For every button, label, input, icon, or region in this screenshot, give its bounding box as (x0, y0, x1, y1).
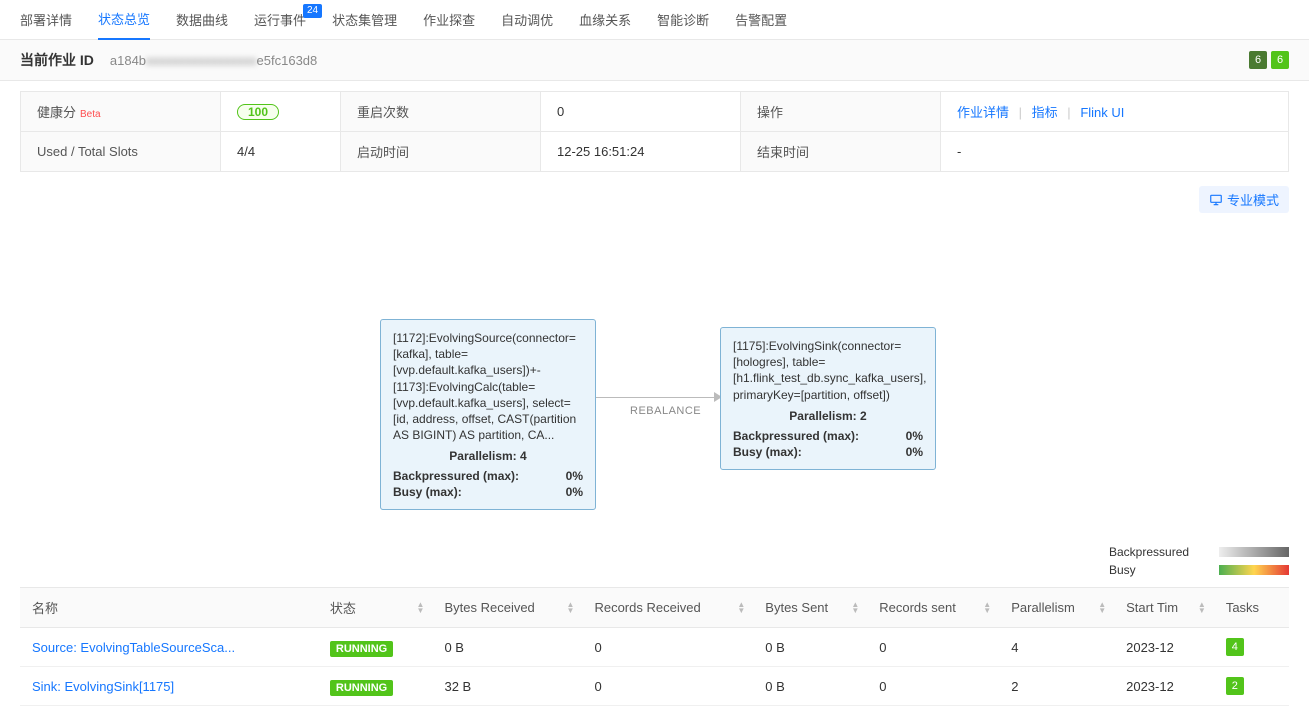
slots-label: Used / Total Slots (21, 132, 221, 172)
node-parallelism: Parallelism: 2 (733, 409, 923, 423)
tab-1[interactable]: 状态总览 (98, 0, 150, 40)
status-count-2: 6 (1271, 51, 1289, 69)
jobid-bar: 当前作业 ID a184bxxxxxxxxxxxxxxxxxe5fc163d8 … (0, 40, 1309, 81)
node-busy-val: 0% (906, 445, 923, 459)
sort-icon[interactable]: ▲▼ (1098, 602, 1106, 614)
health-value: 100 (221, 92, 341, 132)
jobid-prefix: a184b (110, 53, 146, 68)
legend-busy-label: Busy (1109, 563, 1136, 577)
health-label: 健康分Beta (21, 92, 221, 132)
monitor-icon (1209, 193, 1223, 207)
col-header[interactable]: Bytes Sent▲▼ (753, 588, 867, 628)
tab-5[interactable]: 作业探查 (423, 0, 475, 40)
sort-icon[interactable]: ▲▼ (851, 602, 859, 614)
table-row: Sink: EvolvingSink[1175]RUNNING32 B00 B0… (20, 667, 1289, 706)
top-tabs: 部署详情状态总览数据曲线运行事件24 状态集管理作业探查自动调优血缘关系智能诊断告… (0, 0, 1309, 40)
col-header[interactable]: Records sent▲▼ (867, 588, 999, 628)
col-header[interactable]: Records Received▲▼ (582, 588, 753, 628)
graph-node-source[interactable]: [1172]:EvolvingSource(connector=[kafka],… (380, 319, 596, 510)
vertices-table: 名称状态▲▼Bytes Received▲▼Records Received▲▼… (20, 587, 1289, 706)
col-header[interactable]: 状态▲▼ (318, 588, 433, 628)
jobid-masked: xxxxxxxxxxxxxxxxx (146, 53, 257, 68)
cell-rec-recv: 0 (582, 667, 753, 706)
jobid-label: 当前作业 ID (20, 50, 94, 70)
tab-8[interactable]: 智能诊断 (657, 0, 709, 40)
expert-mode-button[interactable]: 专业模式 (1199, 186, 1289, 213)
node-desc: [1175]:EvolvingSink(connector=[hologres]… (733, 338, 923, 403)
tab-3[interactable]: 运行事件24 (254, 0, 306, 40)
graph-edge (596, 397, 716, 398)
graph-edge-label: REBALANCE (630, 405, 701, 417)
status-badge: RUNNING (330, 680, 393, 696)
sort-icon[interactable]: ▲▼ (567, 602, 575, 614)
tasks-count: 4 (1226, 638, 1244, 656)
cell-rec-recv: 0 (582, 628, 753, 667)
node-bp-val: 0% (566, 469, 583, 483)
node-busy-label: Busy (max): (733, 445, 802, 459)
link-flink-ui[interactable]: Flink UI (1080, 105, 1124, 120)
tab-2[interactable]: 数据曲线 (176, 0, 228, 40)
node-parallelism: Parallelism: 4 (393, 449, 583, 463)
ops-links: 作业详情 | 指标 | Flink UI (941, 92, 1289, 132)
cell-rec-sent: 0 (867, 667, 999, 706)
tab-0[interactable]: 部署详情 (20, 0, 72, 40)
slots-value: 4/4 (221, 132, 341, 172)
node-busy-val: 0% (566, 485, 583, 499)
node-bp-val: 0% (906, 429, 923, 443)
restart-label: 重启次数 (341, 92, 541, 132)
sort-icon[interactable]: ▲▼ (1198, 602, 1206, 614)
cell-bytes-sent: 0 B (753, 667, 867, 706)
node-bp-label: Backpressured (max): (733, 429, 859, 443)
cell-start: 2023-12 (1114, 667, 1214, 706)
sort-icon[interactable]: ▲▼ (737, 602, 745, 614)
restart-value: 0 (541, 92, 741, 132)
col-header[interactable]: Tasks (1214, 588, 1289, 628)
tab-7[interactable]: 血缘关系 (579, 0, 631, 40)
node-desc: [1172]:EvolvingSource(connector=[kafka],… (393, 330, 583, 443)
info-grid: 健康分Beta 100 重启次数 0 操作 作业详情 | 指标 | Flink … (20, 91, 1289, 172)
status-badge: RUNNING (330, 641, 393, 657)
sort-icon[interactable]: ▲▼ (983, 602, 991, 614)
sort-icon[interactable]: ▲▼ (417, 602, 425, 614)
cell-parallelism: 2 (999, 667, 1114, 706)
link-metrics[interactable]: 指标 (1032, 105, 1058, 120)
jobid-suffix: e5fc163d8 (257, 53, 318, 68)
top-status-counts: 6 6 (1249, 51, 1289, 69)
node-busy-label: Busy (max): (393, 485, 462, 499)
ops-label: 操作 (741, 92, 941, 132)
tasks-count: 2 (1226, 677, 1244, 695)
jobid-value: a184bxxxxxxxxxxxxxxxxxe5fc163d8 (110, 53, 317, 68)
col-header[interactable]: Start Tim▲▼ (1114, 588, 1214, 628)
legend-bp-label: Backpressured (1109, 545, 1189, 559)
tab-4[interactable]: 状态集管理 (332, 0, 397, 40)
cell-start: 2023-12 (1114, 628, 1214, 667)
cell-bytes-recv: 32 B (432, 667, 582, 706)
graph-legend: Backpressured Busy (1109, 541, 1289, 577)
vertex-name-link[interactable]: Source: EvolvingTableSourceSca... (32, 640, 235, 655)
cell-parallelism: 4 (999, 628, 1114, 667)
tab-6[interactable]: 自动调优 (501, 0, 553, 40)
vertex-name-link[interactable]: Sink: EvolvingSink[1175] (32, 679, 174, 694)
cell-bytes-recv: 0 B (432, 628, 582, 667)
job-graph[interactable]: [1172]:EvolvingSource(connector=[kafka],… (20, 227, 1289, 567)
start-value: 12-25 16:51:24 (541, 132, 741, 172)
end-label: 结束时间 (741, 132, 941, 172)
legend-bp-gradient (1219, 547, 1289, 557)
tab-9[interactable]: 告警配置 (735, 0, 787, 40)
graph-node-sink[interactable]: [1175]:EvolvingSink(connector=[hologres]… (720, 327, 936, 470)
col-header[interactable]: Parallelism▲▼ (999, 588, 1114, 628)
legend-busy-gradient (1219, 565, 1289, 575)
link-job-detail[interactable]: 作业详情 (957, 105, 1009, 120)
col-header[interactable]: Bytes Received▲▼ (432, 588, 582, 628)
status-count-1: 6 (1249, 51, 1267, 69)
end-value: - (941, 132, 1289, 172)
start-label: 启动时间 (341, 132, 541, 172)
table-row: Source: EvolvingTableSourceSca... RUNNING… (20, 628, 1289, 667)
cell-bytes-sent: 0 B (753, 628, 867, 667)
cell-rec-sent: 0 (867, 628, 999, 667)
tab-badge: 24 (303, 4, 322, 18)
node-bp-label: Backpressured (max): (393, 469, 519, 483)
col-header[interactable]: 名称 (20, 588, 318, 628)
